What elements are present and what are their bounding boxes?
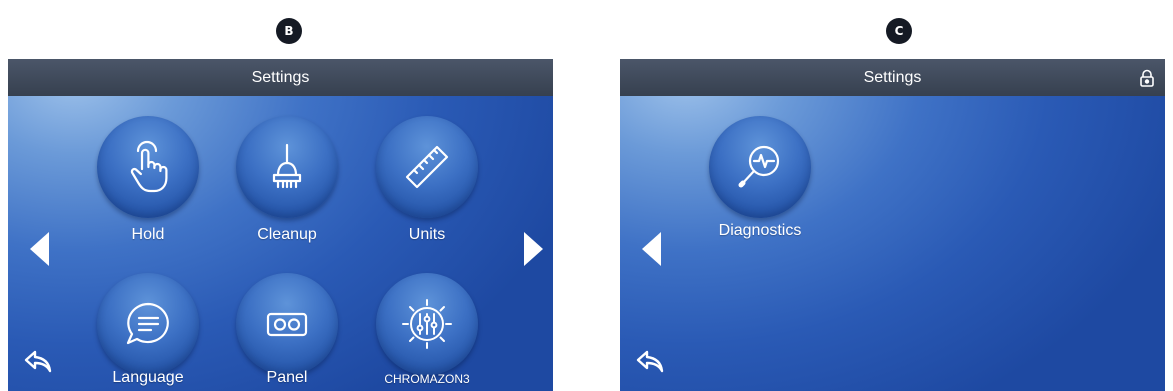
panel-icon [266, 312, 308, 337]
title-bar: Settings [620, 59, 1165, 96]
panel-label: Panel [266, 369, 308, 386]
lock-icon[interactable] [1139, 69, 1155, 87]
back-icon[interactable] [23, 349, 53, 375]
hold-button[interactable] [97, 116, 199, 218]
hold-label: Hold [131, 226, 165, 243]
settings-screen-right: Settings Diagnostics [620, 59, 1165, 391]
panel-marker-c: C [886, 18, 912, 44]
left-arrow-icon[interactable] [638, 229, 664, 269]
cleanup-button[interactable] [236, 116, 338, 218]
diagnostics-icon [738, 145, 780, 188]
language-label: Language [112, 369, 184, 386]
ruler-icon [405, 145, 449, 189]
back-icon[interactable] [635, 349, 665, 375]
chromazon3-button[interactable] [376, 273, 478, 375]
page-title: Settings [251, 69, 310, 86]
panel-button[interactable] [236, 273, 338, 375]
panel-marker-b: B [276, 18, 302, 44]
language-button[interactable] [97, 273, 199, 375]
diagnostics-label: Diagnostics [718, 222, 802, 239]
right-arrow-icon[interactable] [521, 229, 547, 269]
diagnostics-button[interactable] [709, 116, 811, 218]
hand-touch-icon [130, 140, 168, 193]
units-label: Units [408, 226, 446, 243]
units-button[interactable] [376, 116, 478, 218]
speech-bubble-icon [126, 302, 169, 345]
left-arrow-icon[interactable] [26, 229, 52, 269]
chromazon3-label: CHROMAZON3 [384, 372, 470, 386]
chromazon3-icon [402, 299, 452, 349]
title-bar: Settings [8, 59, 553, 96]
broom-icon [272, 143, 302, 189]
page-title: Settings [863, 69, 922, 86]
cleanup-label: Cleanup [257, 226, 317, 243]
settings-screen-left: Settings Hold Cleanup Units Language Pan… [8, 59, 553, 391]
